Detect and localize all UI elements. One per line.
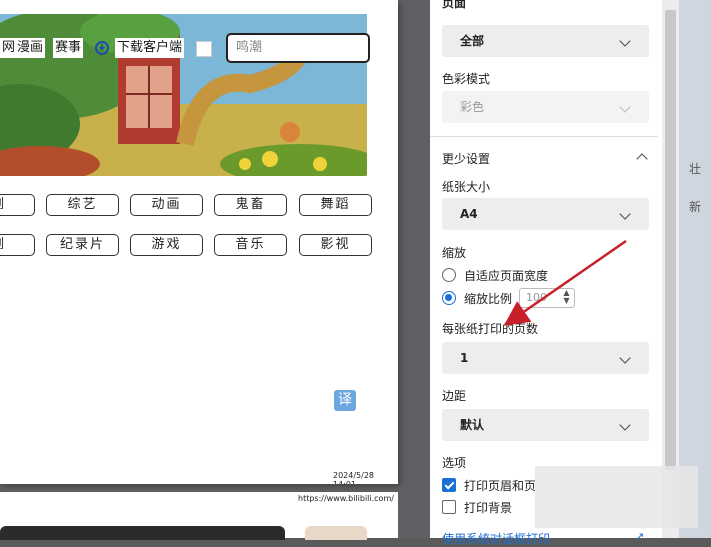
nav-link-download-client[interactable]: 下载客户端 [115, 38, 185, 58]
chevron-down-icon [619, 35, 631, 47]
pages-select-value: 全部 [460, 34, 485, 48]
color-mode-select-value: 彩色 [460, 100, 485, 114]
pages-per-sheet-select[interactable]: 1 [442, 342, 649, 374]
divider [430, 136, 658, 137]
pages-select[interactable]: 全部 [442, 25, 649, 57]
scale-label: 缩放 [442, 246, 467, 260]
category-button[interactable]: 游戏 [130, 234, 203, 256]
chevron-down-icon [619, 101, 631, 113]
background-text: 新 [689, 200, 702, 214]
scrollbar-thumb[interactable] [665, 10, 676, 470]
search-input[interactable]: 鸣潮 [226, 33, 370, 63]
nav-link-manga[interactable]: 漫画 [15, 38, 46, 58]
category-button[interactable]: 影视 [299, 234, 372, 256]
nav-link-events[interactable]: 赛事 [53, 38, 84, 58]
print-headers-checkbox[interactable] [442, 478, 456, 492]
custom-scale-label: 缩放比例 [464, 292, 513, 306]
category-button[interactable]: 动画 [130, 194, 203, 216]
category-button[interactable]: 综艺 [46, 194, 119, 216]
background-text: 壮 [689, 162, 702, 176]
margins-select[interactable]: 默认 [442, 409, 649, 441]
pages-per-sheet-select-value: 1 [460, 351, 469, 365]
print-preview-area: 网 漫画 赛事 下载客户端 鸣潮 剧 综艺 动画 鬼畜 舞蹈 剧 纪录片 游戏 … [0, 0, 430, 540]
custom-scale-radio[interactable] [442, 291, 456, 305]
category-button[interactable]: 鬼畜 [214, 194, 287, 216]
paper-size-select-value: A4 [460, 207, 478, 221]
margins-label: 边距 [442, 389, 467, 403]
less-settings-toggle[interactable]: 更少设置 [442, 150, 490, 167]
chevron-down-icon [619, 352, 631, 364]
translate-icon[interactable]: 译 [334, 390, 356, 411]
category-button[interactable]: 剧 [0, 234, 35, 256]
paper-size-select[interactable]: A4 [442, 198, 649, 230]
background-page-strip: 壮 新 [679, 0, 711, 538]
color-mode-select[interactable]: 彩色 [442, 91, 649, 123]
page-header-url: https://www.bilibili.com/ [298, 494, 394, 503]
external-link-icon[interactable]: ↗ [635, 530, 644, 543]
color-mode-label: 色彩模式 [442, 72, 491, 86]
preview-page-2: https://www.bilibili.com/ [0, 492, 398, 540]
chevron-down-icon [619, 419, 631, 431]
fit-page-width-radio[interactable] [442, 268, 456, 282]
settings-scrollbar[interactable] [662, 0, 679, 538]
download-icon [95, 41, 109, 55]
fit-page-width-label: 自适应页面宽度 [464, 269, 549, 283]
page-footer-date: 2024/5/28 14:01 [333, 471, 375, 484]
chevron-down-icon [619, 208, 631, 220]
pages-label: 页面 [442, 0, 467, 10]
banner-square [196, 41, 212, 57]
chevron-up-icon[interactable] [636, 153, 648, 165]
options-label: 选项 [442, 456, 467, 470]
margins-select-value: 默认 [460, 418, 485, 432]
print-settings-panel: 页面 全部 色彩模式 彩色 更少设置 纸张大小 A4 缩放 自适应页面宽度 缩放… [430, 0, 662, 546]
print-background-checkbox[interactable] [442, 500, 456, 514]
print-headers-label: 打印页眉和页 [464, 479, 537, 493]
watermark-overlay [535, 466, 698, 528]
scale-stepper-icon[interactable]: ▲ ▼ [560, 289, 573, 307]
system-dialog-link[interactable]: 使用系统对话框打印 [442, 530, 550, 547]
category-button[interactable]: 音乐 [214, 234, 287, 256]
pages-per-sheet-label: 每张纸打印的页数 [442, 322, 539, 336]
category-button[interactable]: 剧 [0, 194, 35, 216]
category-button[interactable]: 舞蹈 [299, 194, 372, 216]
paper-size-label: 纸张大小 [442, 180, 491, 194]
category-button[interactable]: 纪录片 [46, 234, 119, 256]
preview-page: 网 漫画 赛事 下载客户端 鸣潮 剧 综艺 动画 鬼畜 舞蹈 剧 纪录片 游戏 … [0, 0, 398, 484]
print-background-label: 打印背景 [464, 501, 513, 515]
